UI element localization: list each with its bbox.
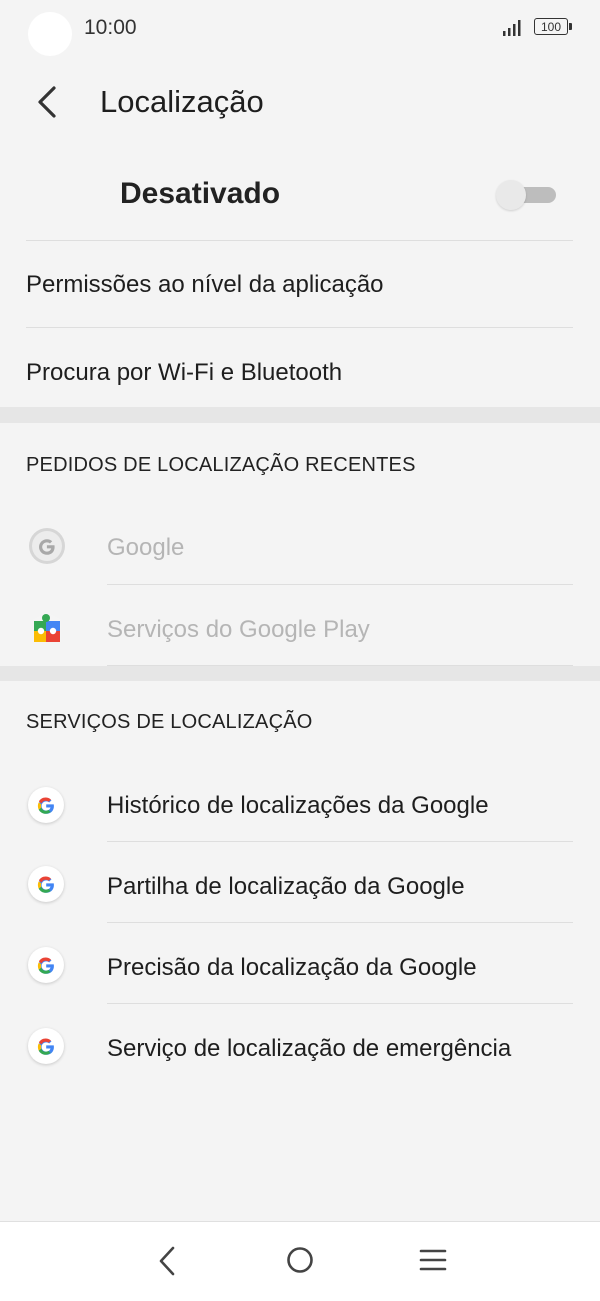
- divider: [107, 1003, 573, 1004]
- google-icon: [28, 787, 64, 823]
- service-item-location-sharing[interactable]: Partilha de localização da Google: [0, 844, 600, 924]
- service-item-location-accuracy[interactable]: Precisão da localização da Google: [0, 925, 600, 1005]
- battery-icon: 100: [534, 18, 572, 35]
- service-item-location-history[interactable]: Histórico de localizações da Google: [0, 763, 600, 843]
- nav-back-icon[interactable]: [152, 1244, 182, 1278]
- camera-cutout: [28, 12, 72, 56]
- location-services-header: SERVIÇOS DE LOCALIZAÇÃO: [26, 711, 313, 733]
- service-label: Histórico de localizações da Google: [107, 792, 489, 819]
- service-label: Serviço de localização de emergência: [107, 1035, 512, 1062]
- location-toggle[interactable]: [496, 178, 558, 210]
- divider: [107, 841, 573, 842]
- divider: [26, 240, 573, 241]
- nav-recents-icon[interactable]: [417, 1246, 449, 1274]
- app-level-permissions-item[interactable]: Permissões ao nível da aplicação: [26, 271, 384, 299]
- status-bar: 10:00 100: [0, 0, 600, 56]
- recent-requests-header: PEDIDOS DE LOCALIZAÇÃO RECENTES: [26, 454, 416, 476]
- recent-request-label: Google: [107, 534, 185, 561]
- page-title: Localização: [100, 84, 264, 119]
- divider: [107, 584, 573, 585]
- section-separator: [0, 666, 600, 681]
- master-switch-label: Desativado: [120, 177, 281, 210]
- divider: [26, 327, 573, 328]
- google-play-services-icon: [33, 612, 61, 642]
- nav-home-icon[interactable]: [284, 1244, 316, 1276]
- section-separator: [0, 407, 600, 423]
- recent-request-item-google[interactable]: Google: [0, 505, 600, 585]
- recent-request-item-play-services[interactable]: Serviços do Google Play: [0, 587, 600, 667]
- recent-request-label: Serviços do Google Play: [107, 616, 370, 643]
- signal-icon: [503, 20, 521, 36]
- google-icon: [28, 947, 64, 983]
- wifi-bluetooth-scanning-item[interactable]: Procura por Wi-Fi e Bluetooth: [26, 359, 342, 387]
- location-master-switch-row[interactable]: Desativado: [0, 160, 600, 240]
- toggle-thumb: [496, 180, 526, 210]
- service-item-emergency-location[interactable]: Serviço de localização de emergência: [0, 1006, 600, 1086]
- app-bar: Localização: [0, 70, 600, 134]
- service-label: Partilha de localização da Google: [107, 873, 465, 900]
- google-icon: [28, 1028, 64, 1064]
- status-time: 10:00: [84, 16, 137, 39]
- google-icon: [29, 528, 65, 564]
- back-arrow-icon[interactable]: [30, 82, 66, 122]
- service-label: Precisão da localização da Google: [107, 954, 477, 981]
- divider: [107, 922, 573, 923]
- navigation-bar: [0, 1221, 600, 1301]
- google-icon: [28, 866, 64, 902]
